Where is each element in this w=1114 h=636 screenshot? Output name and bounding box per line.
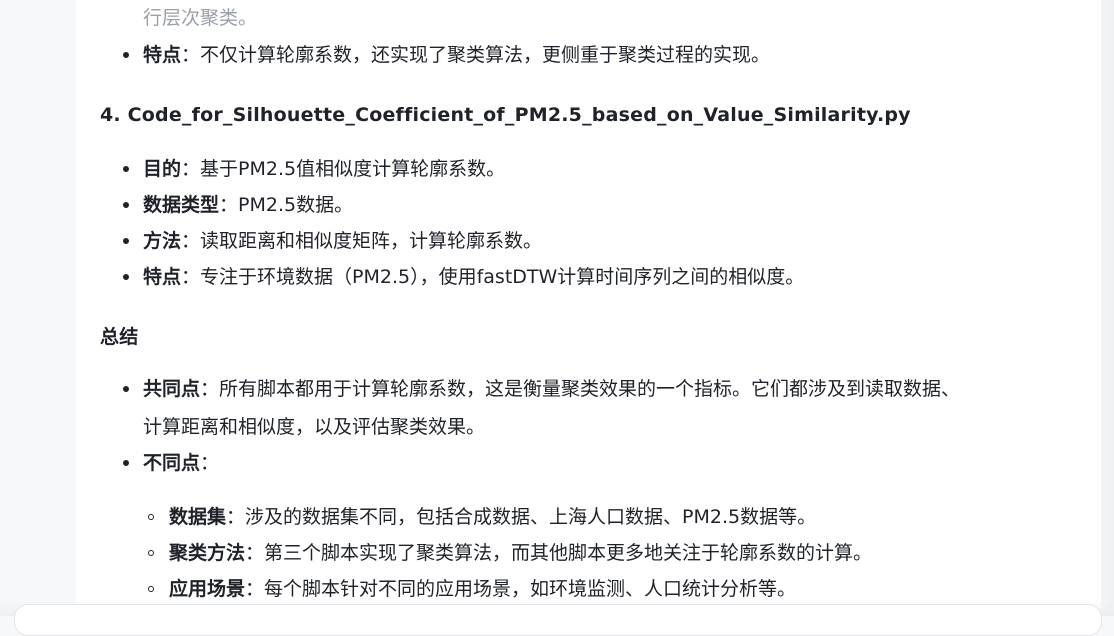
item-text: ：专注于环境数据（PM2.5），使用fastDTW计算时间序列之间的相似度。 <box>181 266 805 288</box>
item-label: 目的 <box>143 158 182 180</box>
bullet-dot <box>123 166 129 172</box>
scroll-gutter <box>1101 0 1114 616</box>
list-item: 方法：读取距离和相似度矩阵，计算轮廓系数。 <box>143 227 542 255</box>
list-item: 目的：基于PM2.5值相似度计算轮廓系数。 <box>143 155 505 183</box>
list-item-continuation: 计算距离和相似度，以及评估聚类效果。 <box>143 416 486 438</box>
item-label: 应用场景 <box>169 578 246 600</box>
item-text: ：不仅计算轮廓系数，还实现了聚类算法，更侧重于聚类过程的实现。 <box>181 44 771 66</box>
item-text: ：读取距离和相似度矩阵，计算轮廓系数。 <box>181 230 543 252</box>
continued-text-fragment: 行层次聚类。 <box>143 7 258 29</box>
item-label: 不同点 <box>143 452 201 474</box>
chat-input-box-edge[interactable] <box>14 604 1102 636</box>
sub-list-item: 聚类方法：第三个脚本实现了聚类算法，而其他脚本更多地关注于轮廓系数的计算。 <box>169 539 872 567</box>
bullet-dot <box>123 238 129 244</box>
item-text: ： <box>200 452 220 474</box>
bullet-dot <box>123 386 129 392</box>
bullet-dot <box>123 460 129 466</box>
item-text: ：所有脚本都用于计算轮廓系数，这是衡量聚类效果的一个指标。它们都涉及到读取数据、 <box>200 378 961 400</box>
sub-list-item: 应用场景：每个脚本针对不同的应用场景，如环境监测、人口统计分析等。 <box>169 575 796 603</box>
sub-list-item: 数据集：涉及的数据集不同，包括合成数据、上海人口数据、PM2.5数据等。 <box>169 503 816 531</box>
item-text: ：PM2.5数据。 <box>219 194 354 216</box>
bullet-dot <box>123 274 129 280</box>
item-label: 方法 <box>143 230 182 252</box>
list-item: 不同点： <box>143 449 219 477</box>
item-text: ：每个脚本针对不同的应用场景，如环境监测、人口统计分析等。 <box>245 578 797 600</box>
section-heading: 4. Code_for_Silhouette_Coefficient_of_PM… <box>100 104 911 126</box>
item-label: 数据类型 <box>143 194 220 216</box>
list-item: 特点：专注于环境数据（PM2.5），使用fastDTW计算时间序列之间的相似度。 <box>143 263 804 291</box>
bullet-dot <box>123 202 129 208</box>
item-label: 聚类方法 <box>169 542 246 564</box>
sub-bullet-circle <box>148 514 154 520</box>
sub-bullet-circle <box>148 586 154 592</box>
summary-heading: 总结 <box>100 326 139 348</box>
item-label: 数据集 <box>169 506 227 528</box>
item-text: ：基于PM2.5值相似度计算轮廓系数。 <box>181 158 506 180</box>
list-item: 共同点：所有脚本都用于计算轮廓系数，这是衡量聚类效果的一个指标。它们都涉及到读取… <box>143 375 960 403</box>
item-label: 特点 <box>143 266 182 288</box>
item-label: 共同点 <box>143 378 201 400</box>
item-text: ：第三个脚本实现了聚类算法，而其他脚本更多地关注于轮廓系数的计算。 <box>245 542 873 564</box>
sub-bullet-circle <box>148 550 154 556</box>
list-item: 特点：不仅计算轮廓系数，还实现了聚类算法，更侧重于聚类过程的实现。 <box>143 41 770 69</box>
list-item: 数据类型：PM2.5数据。 <box>143 191 353 219</box>
item-label: 特点 <box>143 44 182 66</box>
item-text: ：涉及的数据集不同，包括合成数据、上海人口数据、PM2.5数据等。 <box>226 506 817 528</box>
bullet-dot <box>123 52 129 58</box>
